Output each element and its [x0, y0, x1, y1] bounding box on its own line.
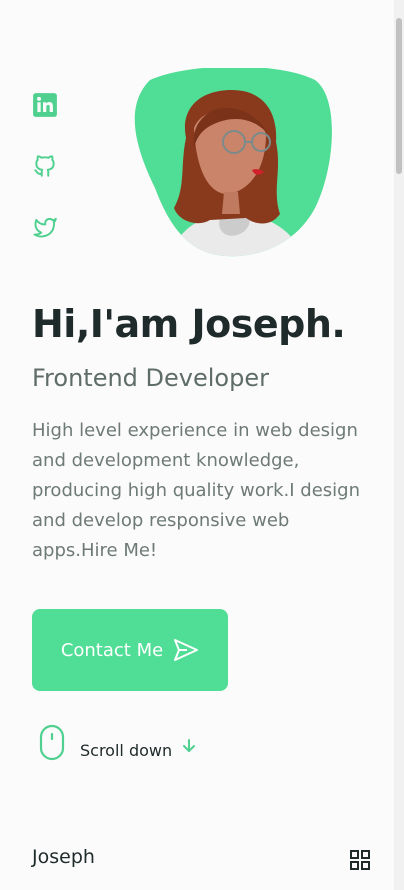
linkedin-icon[interactable]: [32, 92, 58, 118]
page-title: Hi,I'am Joseph.: [32, 302, 346, 346]
mouse-icon: [38, 724, 66, 762]
contact-me-button[interactable]: Contact Me: [32, 609, 228, 691]
arrow-down-icon: [182, 738, 196, 754]
subtitle: Frontend Developer: [32, 364, 269, 392]
bottom-nav: Joseph: [0, 830, 394, 890]
contact-me-label: Contact Me: [60, 639, 164, 661]
scroll-down-label: Scroll down: [80, 740, 173, 760]
description: High level experience in web design and …: [32, 420, 361, 561]
brand-logo[interactable]: Joseph: [32, 846, 95, 868]
grid-menu-icon[interactable]: [349, 849, 371, 871]
home-section: Hi,I'am Joseph. Frontend Developer High …: [0, 0, 404, 890]
profile-photo: [130, 68, 332, 258]
send-icon: [173, 638, 199, 662]
scrollbar-thumb[interactable]: [396, 18, 402, 174]
github-icon[interactable]: [32, 153, 58, 179]
twitter-icon[interactable]: [32, 214, 58, 240]
social-links: [32, 92, 60, 275]
scrollbar[interactable]: [394, 0, 404, 890]
scroll-down-link[interactable]: Scroll down: [38, 724, 196, 762]
